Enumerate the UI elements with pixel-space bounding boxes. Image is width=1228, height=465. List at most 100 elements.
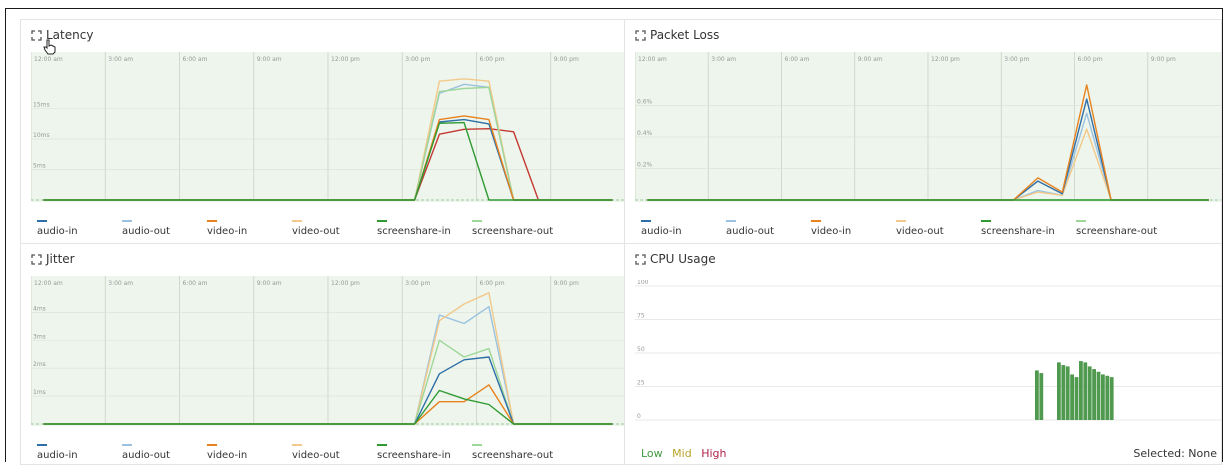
packet-loss-legend: audio-in audio-out video-in video-out screen… (641, 220, 1171, 237)
legend-swatch (207, 220, 217, 222)
legend-item-screenshare-out[interactable]: screenshare-out (1076, 220, 1171, 237)
legend-label: video-out (896, 226, 944, 237)
legend-item-audio-out[interactable]: audio-out (122, 220, 207, 237)
legend-item-video-out[interactable]: video-out (292, 444, 377, 461)
cpu-bar[interactable] (1074, 377, 1079, 420)
cpu-bar[interactable] (1105, 375, 1110, 420)
y-tick-label: 4ms (33, 305, 46, 312)
selected-status: Selected: None (1133, 447, 1217, 460)
legend-swatch (472, 444, 482, 446)
legend-item-video-in[interactable]: video-in (207, 444, 292, 461)
legend-item-audio-in[interactable]: audio-in (37, 220, 122, 237)
y-tick-label: 0.6% (637, 98, 653, 105)
legend-swatch (377, 220, 387, 222)
legend-swatch (122, 444, 132, 446)
jitter-chart: 12:00 am 3:00 am 6:00 am 9:00 am 12:00 pm 3:0… (31, 276, 625, 426)
legend-item-screenshare-out[interactable]: screenshare-out (472, 444, 567, 461)
legend-swatch (292, 444, 302, 446)
cpu-bar[interactable] (1061, 365, 1066, 420)
legend-label: screenshare-in (981, 226, 1055, 237)
y-tick-label: 0 (637, 413, 641, 420)
legend-swatch (896, 220, 906, 222)
legend-label: video-in (207, 450, 248, 461)
packet-loss-chart: 12:00 am 3:00 am 6:00 am 9:00 am 12:00 pm 3:0… (635, 52, 1221, 202)
legend-item-audio-out[interactable]: audio-out (122, 444, 207, 461)
y-tick-label: 5ms (33, 163, 46, 170)
cpu-bar[interactable] (1096, 371, 1101, 420)
legend-item-video-out[interactable]: video-out (292, 220, 377, 237)
y-tick-label: 1ms (33, 389, 46, 396)
panel-title: Jitter (46, 252, 75, 266)
legend-label: video-out (292, 450, 340, 461)
panel-title: CPU Usage (650, 252, 716, 266)
legend-item-video-in[interactable]: video-in (207, 220, 292, 237)
legend-item-audio-in[interactable]: audio-in (37, 444, 122, 461)
x-tick-label: 3:00 pm (405, 56, 430, 63)
x-tick-label: 9:00 am (858, 56, 883, 63)
legend-item-audio-in[interactable]: audio-in (641, 220, 726, 237)
cpu-bar[interactable] (1039, 373, 1044, 420)
legend-swatch (37, 220, 47, 222)
legend-swatch (37, 444, 47, 446)
x-tick-label: 12:00 am (638, 56, 667, 63)
x-tick-label: 3:00 am (108, 56, 133, 63)
cpu-legend-high[interactable]: High (701, 447, 726, 460)
x-tick-label: 6:00 pm (480, 280, 505, 287)
y-tick-label: 0.4% (637, 130, 653, 137)
cpu-bar[interactable] (1109, 377, 1114, 420)
latency-panel: Latency 12:00 am 3:00 am 6:00 am 9:00 am 12:… (20, 19, 626, 248)
legend-swatch (1076, 220, 1086, 222)
x-tick-label: 9:00 am (257, 280, 282, 287)
x-tick-label: 9:00 pm (554, 280, 579, 287)
legend-label: video-out (292, 226, 340, 237)
legend-item-video-out[interactable]: video-out (896, 220, 981, 237)
expand-icon[interactable] (31, 29, 42, 41)
legend-item-screenshare-in[interactable]: screenshare-in (377, 220, 472, 237)
dashboard-frame: Latency 12:00 am 3:00 am 6:00 am 9:00 am 12:… (5, 8, 1223, 465)
latency-legend: audio-in audio-out video-in video-out screen… (37, 220, 567, 237)
cpu-bar[interactable] (1065, 366, 1070, 420)
legend-swatch (122, 220, 132, 222)
jitter-title-bar: Jitter (31, 252, 75, 266)
x-tick-label: 9:00 pm (1151, 56, 1176, 63)
cpu-bar[interactable] (1083, 362, 1088, 420)
x-tick-label: 9:00 pm (554, 56, 579, 63)
legend-swatch (207, 444, 217, 446)
y-tick-label: 3ms (33, 333, 46, 340)
panel-title: Packet Loss (650, 28, 720, 42)
expand-icon[interactable] (31, 253, 42, 265)
x-tick-label: 6:00 am (183, 280, 208, 287)
expand-icon[interactable] (635, 253, 646, 265)
cpu-bar[interactable] (1101, 374, 1105, 420)
x-tick-label: 6:00 pm (1078, 56, 1103, 63)
legend-item-screenshare-out[interactable]: screenshare-out (472, 220, 567, 237)
cpu-usage-chart: 0 25 50 75 100 (635, 280, 1221, 421)
cpu-legend-low[interactable]: Low (641, 447, 663, 460)
cpu-legend: Low Mid High (641, 447, 733, 460)
cpu-bar[interactable] (1092, 369, 1096, 420)
x-tick-label: 12:00 pm (331, 280, 360, 287)
cpu-bar[interactable] (1079, 361, 1083, 420)
cpu-bar[interactable] (1035, 370, 1039, 420)
y-tick-label: 2ms (33, 361, 46, 368)
y-tick-label: 15ms (33, 102, 50, 109)
y-tick-label: 10ms (33, 132, 50, 139)
expand-icon[interactable] (635, 29, 646, 41)
legend-item-audio-out[interactable]: audio-out (726, 220, 811, 237)
cpu-bar[interactable] (1057, 362, 1061, 420)
x-tick-label: 6:00 am (183, 56, 208, 63)
legend-label: screenshare-in (377, 226, 451, 237)
cpu-bar[interactable] (1070, 374, 1074, 420)
cpu-legend-mid[interactable]: Mid (672, 447, 692, 460)
legend-item-video-in[interactable]: video-in (811, 220, 896, 237)
x-tick-label: 12:00 pm (331, 56, 360, 63)
x-tick-label: 3:00 am (711, 56, 736, 63)
legend-label: audio-out (726, 226, 775, 237)
legend-swatch (811, 220, 821, 222)
legend-label: video-in (811, 226, 852, 237)
legend-item-screenshare-in[interactable]: screenshare-in (377, 444, 472, 461)
legend-item-screenshare-in[interactable]: screenshare-in (981, 220, 1076, 237)
legend-swatch (472, 220, 482, 222)
legend-label: audio-in (37, 450, 78, 461)
cpu-bar[interactable] (1087, 366, 1092, 420)
